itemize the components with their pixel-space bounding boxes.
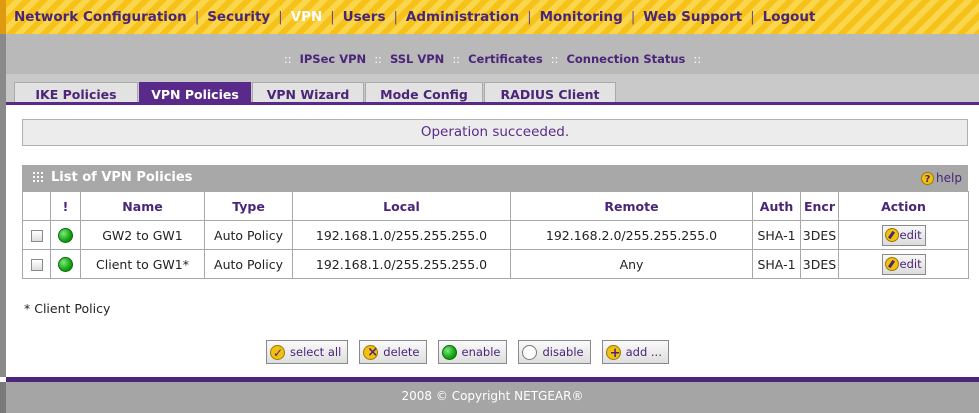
nav-network-configuration[interactable]: Network Configuration xyxy=(6,9,195,25)
col-name: Name xyxy=(80,191,205,221)
select-all-button[interactable]: select all xyxy=(266,340,349,364)
subnav-certificates[interactable]: Certificates xyxy=(468,52,543,66)
col-auth: Auth xyxy=(752,191,801,221)
status-enabled-icon xyxy=(58,228,73,243)
subnav-ssl-vpn[interactable]: SSL VPN xyxy=(390,52,444,66)
row-checkbox[interactable] xyxy=(30,259,43,271)
delete-button[interactable]: delete xyxy=(359,340,427,364)
policy-auth: SHA-1 xyxy=(752,249,801,279)
policy-name: Client to GW1* xyxy=(80,249,205,279)
subnav-separator: :: xyxy=(550,52,559,66)
add-icon xyxy=(605,343,621,365)
policy-auth: SHA-1 xyxy=(752,220,801,250)
enable-icon xyxy=(441,344,457,360)
nav-logout[interactable]: Logout xyxy=(755,9,824,25)
help-link[interactable]: ? help xyxy=(921,165,962,191)
policy-local: 192.168.1.0/255.255.255.0 xyxy=(292,220,511,250)
subnav-ipsec-vpn[interactable]: IPSec VPN xyxy=(300,52,367,66)
col-remote: Remote xyxy=(510,191,753,221)
nav-security[interactable]: Security xyxy=(199,9,278,25)
col-action: Action xyxy=(838,191,969,221)
table-header-row: ! Name Type Local Remote Auth Encr Actio… xyxy=(22,191,969,221)
subnav-separator: :: xyxy=(374,52,382,66)
vpn-policies-table: ! Name Type Local Remote Auth Encr Actio… xyxy=(22,191,969,279)
policy-remote: 192.168.2.0/255.255.255.0 xyxy=(510,220,753,250)
help-label: help xyxy=(936,171,962,185)
disable-label: disable xyxy=(542,345,584,359)
add-button[interactable]: add ... xyxy=(601,340,669,365)
action-button-row: select all delete enable disable add ... xyxy=(266,340,669,365)
policy-name: GW2 to GW1 xyxy=(80,220,205,250)
tab-bar: IKE Policies VPN Policies VPN Wizard Mod… xyxy=(6,74,979,105)
edit-label: edit xyxy=(899,227,922,242)
policy-local: 192.168.1.0/255.255.255.0 xyxy=(292,249,511,279)
sub-navigation-bar: :: IPSec VPN :: SSL VPN :: Certificates … xyxy=(0,34,979,74)
nav-monitoring[interactable]: Monitoring xyxy=(532,9,631,25)
disable-button[interactable]: disable xyxy=(518,340,591,364)
status-enabled-icon xyxy=(58,257,73,272)
edit-icon xyxy=(884,256,899,271)
policy-encr: 3DES xyxy=(800,220,839,250)
edit-button[interactable]: edit xyxy=(881,253,926,275)
edit-button[interactable]: edit xyxy=(881,224,926,246)
disable-icon xyxy=(522,344,538,360)
delete-label: delete xyxy=(383,345,420,359)
col-select xyxy=(22,191,51,221)
nav-administration[interactable]: Administration xyxy=(398,9,527,25)
policy-remote: Any xyxy=(510,249,753,279)
top-navigation-bar: Network Configuration | Security | VPN |… xyxy=(0,0,979,34)
subnav-separator: :: xyxy=(283,52,292,66)
grid-icon xyxy=(32,171,43,182)
col-status: ! xyxy=(50,191,81,221)
subnav-connection-status[interactable]: Connection Status xyxy=(566,52,685,66)
enable-label: enable xyxy=(461,345,501,359)
nav-vpn[interactable]: VPN xyxy=(283,9,331,25)
col-local: Local xyxy=(292,191,511,221)
list-header: List of VPN Policies ? help xyxy=(22,165,968,191)
table-row: GW2 to GW1 Auto Policy 192.168.1.0/255.2… xyxy=(22,220,969,250)
vpn-policies-list: List of VPN Policies ? help ! Name Type L… xyxy=(22,165,969,279)
check-icon xyxy=(270,342,285,364)
help-icon: ? xyxy=(921,172,935,185)
policy-type: Auto Policy xyxy=(204,249,293,279)
status-message: Operation succeeded. xyxy=(22,119,968,146)
edit-icon xyxy=(884,227,899,242)
nav-web-support[interactable]: Web Support xyxy=(635,9,750,25)
subnav-separator: :: xyxy=(452,52,461,66)
col-encr: Encr xyxy=(800,191,839,221)
subnav-separator: :: xyxy=(693,52,702,66)
client-policy-footnote: * Client Policy xyxy=(24,301,111,316)
footer-bar: 2008 © Copyright NETGEAR® xyxy=(0,377,979,413)
delete-icon xyxy=(363,342,379,364)
policy-type: Auto Policy xyxy=(204,220,293,250)
copyright-text: 2008 © Copyright NETGEAR® xyxy=(0,382,979,413)
table-row: Client to GW1* Auto Policy 192.168.1.0/2… xyxy=(22,249,969,279)
list-title: List of VPN Policies xyxy=(51,170,193,185)
nav-users[interactable]: Users xyxy=(335,9,394,25)
enable-button[interactable]: enable xyxy=(437,340,508,364)
row-checkbox[interactable] xyxy=(30,230,43,242)
policy-encr: 3DES xyxy=(800,249,839,279)
col-type: Type xyxy=(204,191,293,221)
select-all-label: select all xyxy=(290,345,342,359)
main-panel: Operation succeeded. List of VPN Policie… xyxy=(6,105,979,377)
edit-label: edit xyxy=(899,256,922,271)
add-label: add ... xyxy=(625,345,662,359)
